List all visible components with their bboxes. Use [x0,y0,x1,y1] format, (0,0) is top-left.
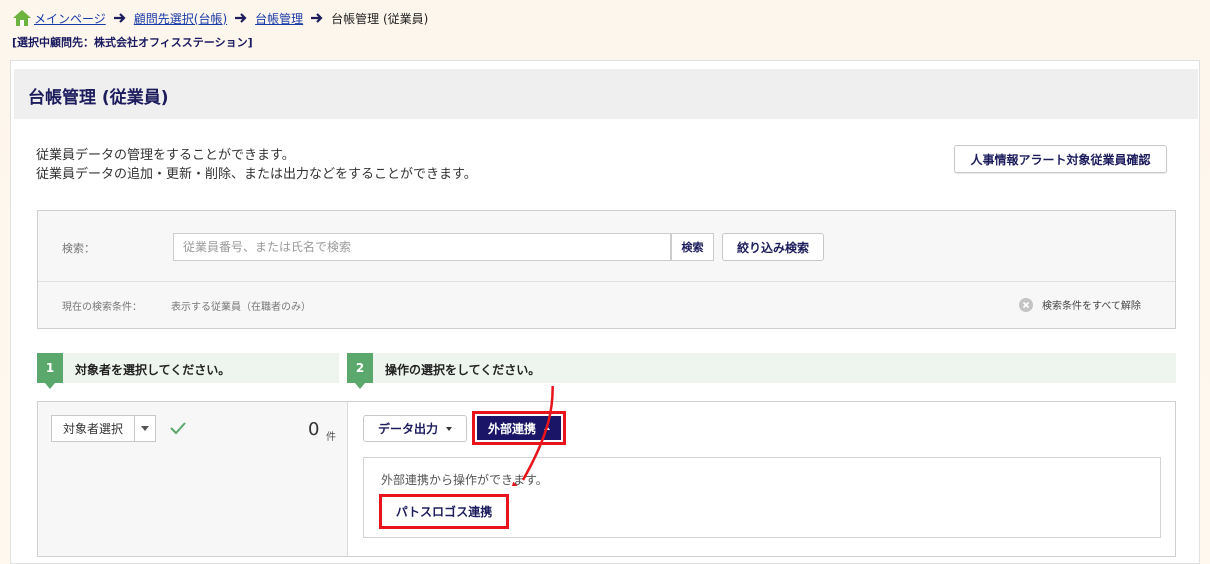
main-panel: 台帳管理 (従業員) 従業員データの管理をすることができます。 従業員データの追… [10,60,1200,564]
target-selection-pane: 対象者選択 0 件 [38,402,348,556]
condition-label: 現在の検索条件： [62,302,142,313]
divider [38,281,1175,282]
operations-area: 対象者選択 0 件 データ出力 外部連携 外部連携から操作ができます。 パトスロ… [37,401,1176,557]
data-output-label: データ出力 [377,422,438,436]
external-link-description: 外部連携から操作ができます。 [381,473,548,487]
breadcrumb-ledger[interactable]: 台帳管理 [255,10,303,27]
pathoslogos-link-button[interactable]: パトスロゴス連携 [382,497,506,526]
page-description: 従業員データの管理をすることができます。 従業員データの追加・更新・削除、または… [36,146,477,184]
search-input[interactable] [173,233,671,261]
selected-client: [選択中顧問先：株式会社オフィスステーション] [12,36,253,49]
step-2-number: 2 [347,353,373,389]
breadcrumb: メインページ 顧問先選択(台帳) 台帳管理 台帳管理 (従業員) [12,8,428,28]
description-line-2: 従業員データの追加・更新・削除、または出力などをすることができます。 [36,167,477,182]
count-unit: 件 [326,432,336,443]
search-box: 検索： 検索 絞り込み検索 現在の検索条件： 表示する従業員（在職者のみ） 検索… [37,210,1176,329]
home-icon[interactable] [12,9,32,27]
close-circle-icon [1019,297,1033,312]
arrow-right-icon [311,13,323,23]
highlight-box: パトスロゴス連携 [379,494,509,529]
data-output-button[interactable]: データ出力 [363,415,467,442]
external-link-button[interactable]: 外部連携 [477,416,561,440]
breadcrumb-client-select[interactable]: 顧問先選択(台帳) [134,10,227,27]
breadcrumb-current: 台帳管理 (従業員) [331,11,429,26]
search-label: 検索： [62,242,95,255]
panel-header: 台帳管理 (従業員) [14,69,1198,119]
condition-value: 表示する従業員（在職者のみ） [171,302,311,313]
page-title: 台帳管理 (従業員) [28,88,169,108]
hr-alert-button[interactable]: 人事情報アラート対象従業員確認 [954,145,1167,173]
description-line-1: 従業員データの管理をすることができます。 [36,148,295,163]
step-1-number: 1 [37,353,63,389]
step-2-text: 操作の選択をしてください。 [385,363,541,377]
step-1-text: 対象者を選択してください。 [75,363,231,377]
filter-search-button[interactable]: 絞り込み検索 [722,233,824,261]
target-select-label: 対象者選択 [52,416,135,441]
step-2-bar: 2 操作の選択をしてください。 [347,353,1176,389]
arrow-right-icon [235,13,247,23]
external-link-label: 外部連携 [487,421,536,436]
caret-down-icon [446,426,452,431]
target-select-dropdown[interactable]: 対象者選択 [51,415,156,442]
arrow-right-icon [113,13,126,23]
highlight-box: 外部連携 [472,411,566,445]
chevron-down-icon[interactable] [135,416,155,441]
clear-conditions-button[interactable]: 検索条件をすべて解除 [1019,297,1141,312]
breadcrumb-main-page[interactable]: メインページ [34,10,106,27]
caret-up-icon [544,426,550,430]
clear-conditions-label: 検索条件をすべて解除 [1042,301,1141,312]
check-icon [170,422,186,435]
selected-count: 0 [308,419,320,440]
search-button[interactable]: 検索 [671,233,714,261]
step-1-bar: 1 対象者を選択してください。 [37,353,339,389]
external-link-panel: 外部連携から操作ができます。 パトスロゴス連携 [363,457,1161,538]
